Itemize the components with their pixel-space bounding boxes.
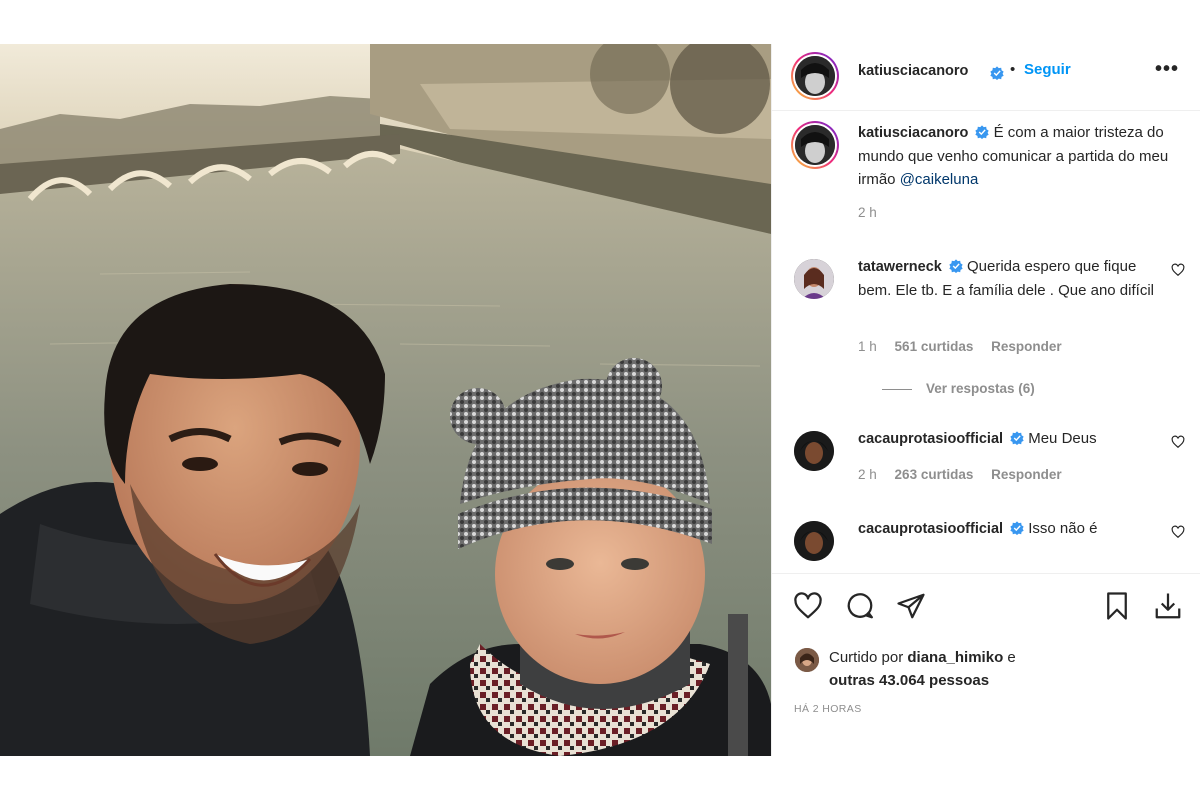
share-icon[interactable] <box>896 591 926 621</box>
caption-meta: 2 h <box>858 205 891 220</box>
comment-time[interactable]: 2 h <box>858 467 877 482</box>
comment-text: Meu Deus <box>1028 430 1097 447</box>
instagram-post: katiusciacanoro • Seguir ••• katiusciaca… <box>0 44 1200 756</box>
comment-text-block: cacauprotasioofficial Meu Deus <box>858 427 1158 451</box>
author-avatar[interactable] <box>791 52 839 100</box>
liker-username[interactable]: diana_himiko <box>907 649 1003 666</box>
commenter-avatar[interactable] <box>794 431 834 471</box>
bookmark-icon[interactable] <box>1102 591 1132 621</box>
liker-avatar[interactable] <box>795 648 819 672</box>
download-icon[interactable] <box>1153 591 1183 621</box>
caption-username[interactable]: katiusciacanoro <box>858 125 968 141</box>
like-comment-heart-icon[interactable] <box>1171 525 1185 539</box>
likes-others-link[interactable]: outras 43.064 pessoas <box>829 672 989 689</box>
comment-username[interactable]: tatawerneck <box>858 259 942 275</box>
verified-icon <box>990 66 1004 80</box>
reply-button[interactable]: Responder <box>991 467 1062 482</box>
comment-meta: 1 h 561 curtidas Responder <box>858 339 1076 354</box>
caption-avatar[interactable] <box>791 121 839 169</box>
verified-icon <box>1010 521 1024 535</box>
comment-username[interactable]: cacauprotasioofficial <box>858 431 1003 447</box>
like-comment-heart-icon[interactable] <box>1171 435 1185 449</box>
commenter-avatar[interactable] <box>794 259 834 299</box>
replies-divider-line <box>882 388 912 390</box>
post-header: katiusciacanoro • Seguir ••• <box>772 44 1200 111</box>
selfie-image <box>0 44 771 756</box>
heart-icon[interactable] <box>793 591 823 621</box>
verified-icon <box>975 125 990 139</box>
comment-text: Isso não é <box>1028 520 1098 537</box>
post-actions: Curtido por diana_himiko e outras 43.064… <box>772 573 1200 756</box>
reply-button[interactable]: Responder <box>991 339 1062 354</box>
comment-time[interactable]: 1 h <box>858 339 877 354</box>
like-comment-heart-icon[interactable] <box>1171 263 1185 277</box>
comment-icon[interactable] <box>845 591 875 621</box>
view-replies-button[interactable]: Ver respostas (6) <box>882 381 1035 396</box>
comment-likes[interactable]: 561 curtidas <box>895 339 974 354</box>
caption-text-block: katiusciacanoro É com a maior tristeza d… <box>858 121 1188 191</box>
author-username[interactable]: katiusciacanoro <box>858 63 968 79</box>
comment-text-block: cacauprotasioofficial Isso não é <box>858 517 1158 541</box>
verified-icon <box>1010 431 1024 445</box>
caption-mention-link[interactable]: @caikeluna <box>900 171 979 188</box>
comment-username[interactable]: cacauprotasioofficial <box>858 521 1003 537</box>
view-replies-label: Ver respostas (6) <box>926 381 1035 396</box>
commenter-avatar[interactable] <box>794 521 834 561</box>
post-sidebar: katiusciacanoro • Seguir ••• katiusciaca… <box>771 44 1200 756</box>
post-photo[interactable] <box>0 44 771 756</box>
comments-list[interactable]: katiusciacanoro É com a maior tristeza d… <box>772 111 1200 573</box>
verified-icon <box>949 259 963 273</box>
post-timestamp[interactable]: HÁ 2 HORAS <box>794 703 862 715</box>
follow-button[interactable]: Seguir <box>1024 61 1071 78</box>
liked-by-connector: e <box>1007 649 1016 666</box>
liked-by-prefix: Curtido por <box>829 649 904 666</box>
likes-summary: Curtido por diana_himiko e outras 43.064… <box>829 646 1129 692</box>
caption-time[interactable]: 2 h <box>858 205 877 220</box>
more-icon[interactable]: ••• <box>1155 58 1179 81</box>
comment-text-block: tatawerneck Querida espero que fique bem… <box>858 255 1158 302</box>
comment-likes[interactable]: 263 curtidas <box>895 467 974 482</box>
comment-meta: 2 h 263 curtidas Responder <box>858 467 1076 482</box>
separator-dot: • <box>1010 61 1016 78</box>
